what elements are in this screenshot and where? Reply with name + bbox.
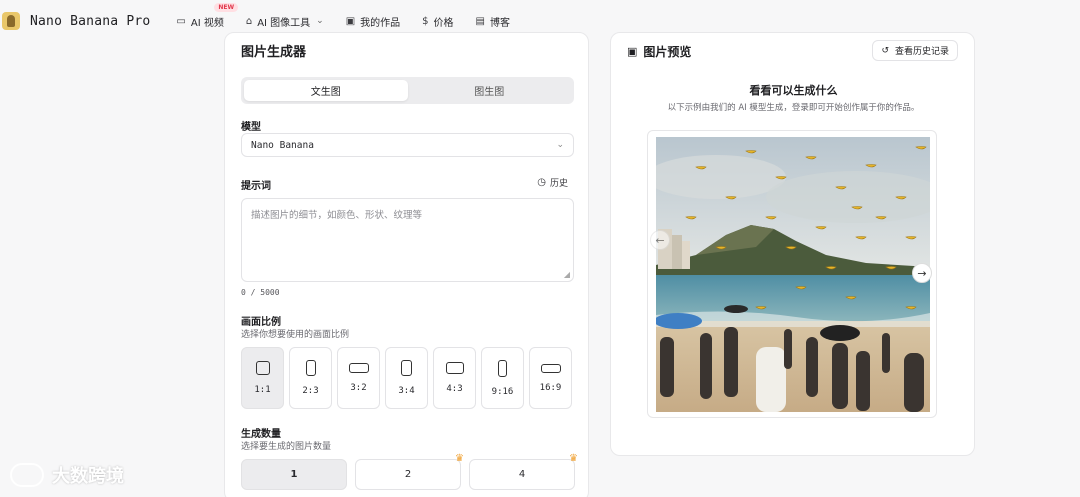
count-4-button[interactable]: 4 ♛ bbox=[469, 453, 578, 490]
nav-label: 价格 bbox=[433, 17, 454, 29]
model-select[interactable]: Nano Banana ⌄ bbox=[241, 133, 574, 157]
brand[interactable]: Nano Banana Pro bbox=[2, 12, 150, 30]
gallery-icon: ▣ bbox=[345, 15, 356, 27]
chevron-down-icon: ⌄ bbox=[556, 140, 564, 150]
ratio-subtitle: 选择你想要使用的画面比例 bbox=[241, 330, 350, 340]
preview-title-text: 图片预览 bbox=[643, 45, 692, 59]
clock-icon: ◷ bbox=[537, 177, 546, 188]
carousel-prev-button[interactable]: ← bbox=[650, 230, 670, 250]
example-image-frame bbox=[647, 130, 937, 418]
brand-logo-icon bbox=[2, 12, 20, 30]
nav-label: AI 视频 bbox=[190, 17, 224, 29]
prompt-counter: 0 / 5000 bbox=[241, 288, 280, 297]
ratio-16-9[interactable]: 16:9 bbox=[529, 347, 572, 409]
count-1-button[interactable]: 1 bbox=[241, 459, 347, 490]
count-options: 1 2 ♛ 4 ♛ bbox=[241, 453, 578, 490]
nav-label: 博客 bbox=[489, 17, 510, 29]
prompt-history-button[interactable]: ◷ 历史 bbox=[537, 176, 568, 189]
ratio-label-text: 16:9 bbox=[539, 382, 562, 393]
ratio-landscape-icon bbox=[540, 363, 561, 373]
ratio-portrait-icon bbox=[305, 360, 316, 376]
ratio-portrait-icon bbox=[498, 359, 507, 377]
nav-item-ai-image-tools[interactable]: ⌂ AI 图像工具 ⌄ bbox=[246, 14, 324, 29]
watermark: 大数跨境 bbox=[10, 462, 124, 488]
count-value: 2 bbox=[404, 469, 412, 480]
ratio-4-3[interactable]: 4:3 bbox=[433, 347, 476, 409]
nav-item-pricing[interactable]: $ 价格 bbox=[422, 14, 453, 29]
arrow-right-icon: → bbox=[917, 266, 927, 280]
prompt-label: 提示词 bbox=[241, 181, 271, 192]
ratio-label-text: 3:4 bbox=[398, 386, 415, 396]
ratio-landscape-icon bbox=[445, 362, 464, 374]
tab-text-to-image[interactable]: 文生图 bbox=[244, 80, 408, 101]
generator-title: 图片生成器 bbox=[241, 45, 307, 60]
nav-label: 我的作品 bbox=[360, 17, 401, 29]
arrow-left-icon: ← bbox=[655, 233, 665, 247]
prompt-input[interactable]: 描述图片的细节，如颜色、形状、纹理等 ◢ bbox=[241, 198, 574, 282]
ratio-label-text: 4:3 bbox=[446, 384, 463, 394]
tab-image-to-image[interactable]: 图生图 bbox=[408, 80, 572, 101]
ratio-label-text: 1:1 bbox=[254, 385, 271, 395]
image-icon: ▣ bbox=[627, 45, 638, 58]
ratio-3-4[interactable]: 3:4 bbox=[385, 347, 428, 409]
nav-item-my-works[interactable]: ▣ 我的作品 bbox=[346, 14, 400, 29]
crown-icon: ♛ bbox=[455, 453, 464, 464]
ratio-3-2[interactable]: 3:2 bbox=[337, 347, 380, 409]
resize-handle-icon[interactable]: ◢ bbox=[564, 270, 570, 279]
example-image bbox=[656, 137, 930, 412]
history-label: 历史 bbox=[549, 179, 568, 189]
ratio-square-icon bbox=[255, 361, 270, 375]
watermark-text: 大数跨境 bbox=[52, 466, 124, 487]
nav-label: AI 图像工具 bbox=[257, 17, 311, 29]
mode-tabs: 文生图 图生图 bbox=[241, 77, 574, 104]
view-history-label: 查看历史记录 bbox=[894, 47, 949, 57]
count-value: 1 bbox=[290, 469, 298, 480]
ratio-label-text: 3:2 bbox=[350, 383, 367, 393]
count-subtitle: 选择要生成的图片数量 bbox=[241, 442, 332, 452]
view-history-button[interactable]: ↺ 查看历史记录 bbox=[872, 40, 958, 61]
nav-item-ai-video[interactable]: ▭ AI 视频 NEW bbox=[176, 2, 239, 29]
ratio-portrait-icon bbox=[401, 360, 412, 376]
count-value: 4 bbox=[518, 469, 526, 480]
preview-heading: 看看可以生成什么 bbox=[749, 84, 838, 97]
chevron-down-icon: ⌄ bbox=[316, 16, 324, 26]
blog-icon: ▤ bbox=[475, 15, 485, 27]
crown-icon: ♛ bbox=[569, 453, 578, 464]
model-value: Nano Banana bbox=[251, 139, 314, 151]
ratio-9-16[interactable]: 9:16 bbox=[481, 347, 524, 409]
preview-title: ▣ 图片预览 bbox=[627, 43, 691, 60]
new-badge: NEW bbox=[214, 2, 239, 12]
ratio-landscape-icon bbox=[348, 363, 369, 373]
ratio-1-1[interactable]: 1:1 bbox=[241, 347, 284, 409]
ratio-label-text: 2:3 bbox=[302, 386, 319, 396]
watermark-logo-icon bbox=[10, 463, 44, 487]
nav-item-blog[interactable]: ▤ 博客 bbox=[476, 14, 510, 29]
carousel-next-button[interactable]: → bbox=[912, 263, 932, 283]
ratio-label: 画面比例 bbox=[241, 317, 281, 328]
preview-description: 以下示例由我们的 AI 模型生成，登录即可开始创作属于你的作品。 bbox=[667, 103, 920, 113]
count-label: 生成数量 bbox=[241, 429, 281, 440]
model-label: 模型 bbox=[241, 122, 261, 133]
video-icon: ▭ bbox=[176, 15, 186, 27]
image-tool-icon: ⌂ bbox=[245, 15, 253, 27]
brand-name: Nano Banana Pro bbox=[30, 13, 151, 29]
ratio-2-3[interactable]: 2:3 bbox=[289, 347, 332, 409]
ratio-label-text: 9:16 bbox=[491, 386, 514, 397]
prompt-placeholder: 描述图片的细节，如颜色、形状、纹理等 bbox=[251, 210, 423, 221]
generator-panel: 图片生成器 文生图 图生图 模型 Nano Banana ⌄ 提示词 ◷ 历史 … bbox=[224, 32, 589, 497]
dollar-icon: $ bbox=[422, 15, 429, 27]
count-2-button[interactable]: 2 ♛ bbox=[355, 453, 464, 490]
ratio-options: 1:1 2:3 3:2 3:4 4:3 9:16 16:9 bbox=[241, 347, 572, 409]
history-icon: ↺ bbox=[881, 45, 889, 56]
